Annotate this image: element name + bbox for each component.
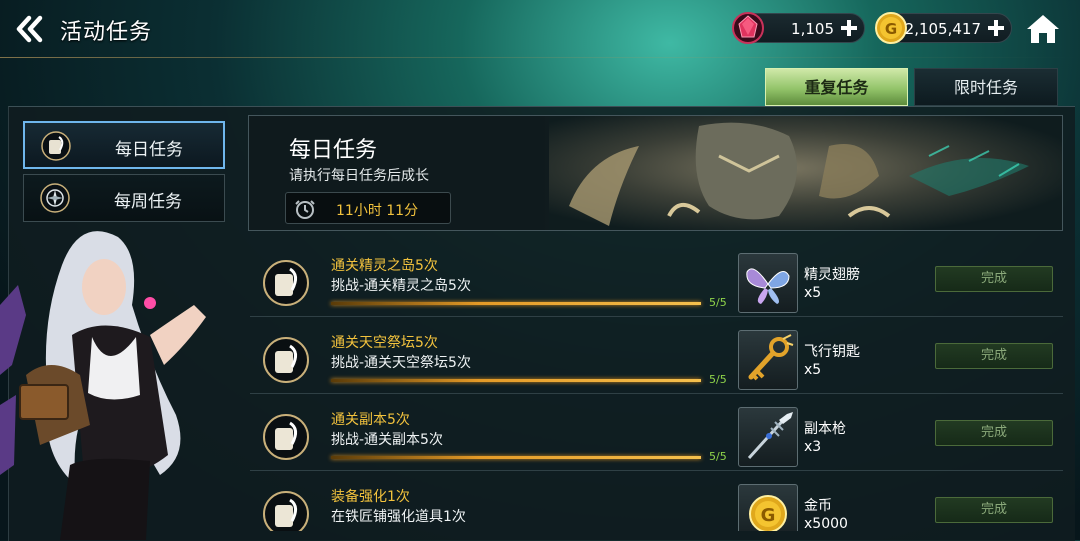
complete-button[interactable]: 完成 [935,266,1053,292]
add-gold-button[interactable] [986,18,1006,38]
gold-coin-icon: G [749,495,787,531]
dragon-artwork [549,116,1062,230]
task-description: 挑战-通关精灵之岛5次 [331,278,471,294]
progress-count: 5/5 [709,296,727,309]
reward-quantity: x3 [804,439,822,455]
scroll-quill-icon [263,414,309,460]
banner-subtitle: 请执行每日任务后成长 [289,168,429,184]
progress-bar [331,379,701,382]
task-row: 通关天空祭坛5次 挑战-通关天空祭坛5次 5/5 飞行钥匙 x5 完成 [250,318,1063,394]
home-icon [1027,15,1059,43]
butterfly-wings-icon [746,268,790,304]
tab-limited-tasks[interactable]: 限时任务 [914,68,1058,106]
timer-value: 11小时 11分 [336,203,419,219]
svg-text:G: G [885,20,897,38]
gem-balance: 1,105 [732,12,865,44]
add-gems-button[interactable] [839,18,859,38]
back-button[interactable] [12,12,46,46]
sidebar-item-label: 每周任务 [114,192,182,212]
task-name: 装备强化1次 [331,489,410,505]
daily-task-banner: 每日任务 请执行每日任务后成长 11小时 11分 [248,115,1063,231]
reward-slot[interactable] [738,407,798,467]
clock-icon [295,200,315,219]
gem-count: 1,105 [791,20,834,38]
sidebar-item-label: 每日任务 [115,140,183,160]
top-bar: 活动任务 1,105 G 2,105,417 [0,0,1080,58]
progress-bar [331,302,701,305]
reward-slot[interactable]: G [738,484,798,531]
compass-icon [40,183,70,213]
task-name: 通关精灵之岛5次 [331,258,438,274]
character-illustration [0,231,206,540]
red-gem-icon [732,12,764,44]
reward-slot[interactable] [738,330,798,390]
scroll-quill-icon [263,491,309,531]
task-description: 挑战-通关副本5次 [331,432,443,448]
home-button[interactable] [1026,13,1060,45]
task-row: 装备强化1次 在铁匠铺强化道具1次 G 金币 x5000 完成 [250,472,1063,531]
scroll-quill-icon [41,131,71,161]
reward-quantity: x5 [804,285,822,301]
task-name: 通关天空祭坛5次 [331,335,438,351]
spear-icon [747,412,793,460]
tab-repeat-tasks[interactable]: 重复任务 [765,68,908,106]
complete-button[interactable]: 完成 [935,420,1053,446]
progress-bar [331,456,701,459]
header-divider [0,57,1080,58]
scroll-quill-icon [263,260,309,306]
scroll-quill-icon [263,337,309,383]
reward-quantity: x5 [804,362,822,378]
task-name: 通关副本5次 [331,412,410,428]
task-row: 通关精灵之岛5次 挑战-通关精灵之岛5次 5/5 精灵翅膀 x5 完成 [250,241,1063,317]
progress-fill [331,302,701,305]
progress-fill [331,379,701,382]
task-description: 在铁匠铺强化道具1次 [331,509,466,525]
svg-text:G: G [761,505,776,526]
reward-name: 副本枪 [804,421,846,437]
sidebar-item-daily[interactable]: 每日任务 [23,121,225,169]
reward-name: 飞行钥匙 [804,344,860,360]
progress-count: 5/5 [709,450,727,463]
complete-button[interactable]: 完成 [935,497,1053,523]
gold-coin-icon: G [875,12,907,44]
golden-key-icon [748,334,794,381]
reward-name: 金币 [804,498,832,514]
progress-fill [331,456,701,459]
reward-quantity: x5000 [804,516,848,531]
gold-count: 2,105,417 [904,20,981,38]
reward-name: 精灵翅膀 [804,267,860,283]
progress-count: 5/5 [709,373,727,386]
task-row: 通关副本5次 挑战-通关副本5次 5/5 副本枪 x3 完成 [250,395,1063,471]
task-list[interactable]: 通关精灵之岛5次 挑战-通关精灵之岛5次 5/5 精灵翅膀 x5 完成 通关天空… [250,241,1063,531]
banner-title: 每日任务 [289,138,378,163]
sidebar-item-weekly[interactable]: 每周任务 [23,174,225,222]
double-chevron-left-icon [16,15,43,43]
gold-balance: G 2,105,417 [875,12,1012,44]
reset-timer: 11小时 11分 [285,192,451,224]
page-title: 活动任务 [60,20,153,45]
complete-button[interactable]: 完成 [935,343,1053,369]
task-description: 挑战-通关天空祭坛5次 [331,355,471,371]
reward-slot[interactable] [738,253,798,313]
